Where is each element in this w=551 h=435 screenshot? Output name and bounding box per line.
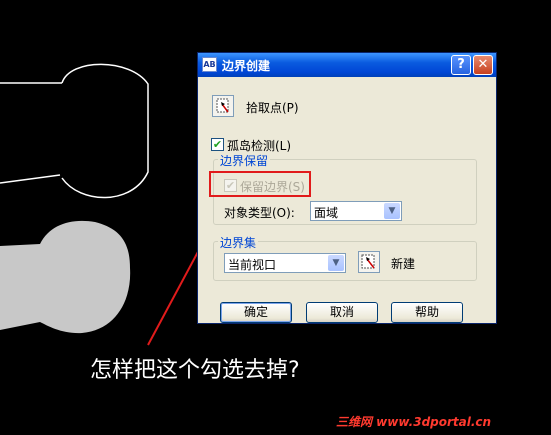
title-help-button[interactable]: ? bbox=[451, 55, 471, 75]
island-detection-checkbox[interactable]: ✔ bbox=[211, 138, 224, 151]
boundary-set-title: 边界集 bbox=[218, 234, 259, 251]
highlight-box bbox=[209, 171, 311, 197]
object-type-label: 对象类型(O): bbox=[224, 206, 295, 220]
app-icon: AB bbox=[202, 57, 217, 72]
pick-points-label: 拾取点(P) bbox=[246, 101, 299, 115]
title-close-button[interactable]: ✕ bbox=[473, 55, 493, 75]
question-caption: 怎样把这个勾选去掉? bbox=[90, 358, 300, 383]
boundary-set-select[interactable]: 当前视口 ▼ bbox=[224, 253, 346, 273]
boundary-line-bottom bbox=[0, 174, 61, 184]
chevron-down-icon: ▼ bbox=[328, 255, 344, 271]
new-label: 新建 bbox=[391, 257, 416, 271]
boundary-retention-title: 边界保留 bbox=[218, 152, 271, 169]
chevron-down-icon: ▼ bbox=[384, 203, 400, 219]
object-type-select[interactable]: 面域 ▼ bbox=[310, 201, 402, 221]
cancel-button[interactable]: 取消 bbox=[306, 302, 378, 323]
boundary-set-value: 当前视口 bbox=[228, 258, 277, 272]
ok-button[interactable]: 确定 bbox=[220, 302, 292, 323]
watermark: 三维网 www.3dportal.cn bbox=[336, 415, 492, 429]
dialog-title: 边界创建 bbox=[222, 59, 271, 73]
gray-region bbox=[0, 220, 131, 334]
pick-points-icon bbox=[216, 98, 229, 113]
select-objects-icon bbox=[361, 254, 375, 269]
help-button[interactable]: 帮助 bbox=[391, 302, 463, 323]
dialog-titlebar[interactable]: AB 边界创建 ? ✕ bbox=[198, 53, 496, 77]
object-type-value: 面域 bbox=[314, 206, 339, 220]
boundary-arc bbox=[61, 63, 149, 199]
pick-points-button[interactable] bbox=[212, 95, 234, 117]
new-boundary-set-button[interactable] bbox=[358, 251, 380, 273]
